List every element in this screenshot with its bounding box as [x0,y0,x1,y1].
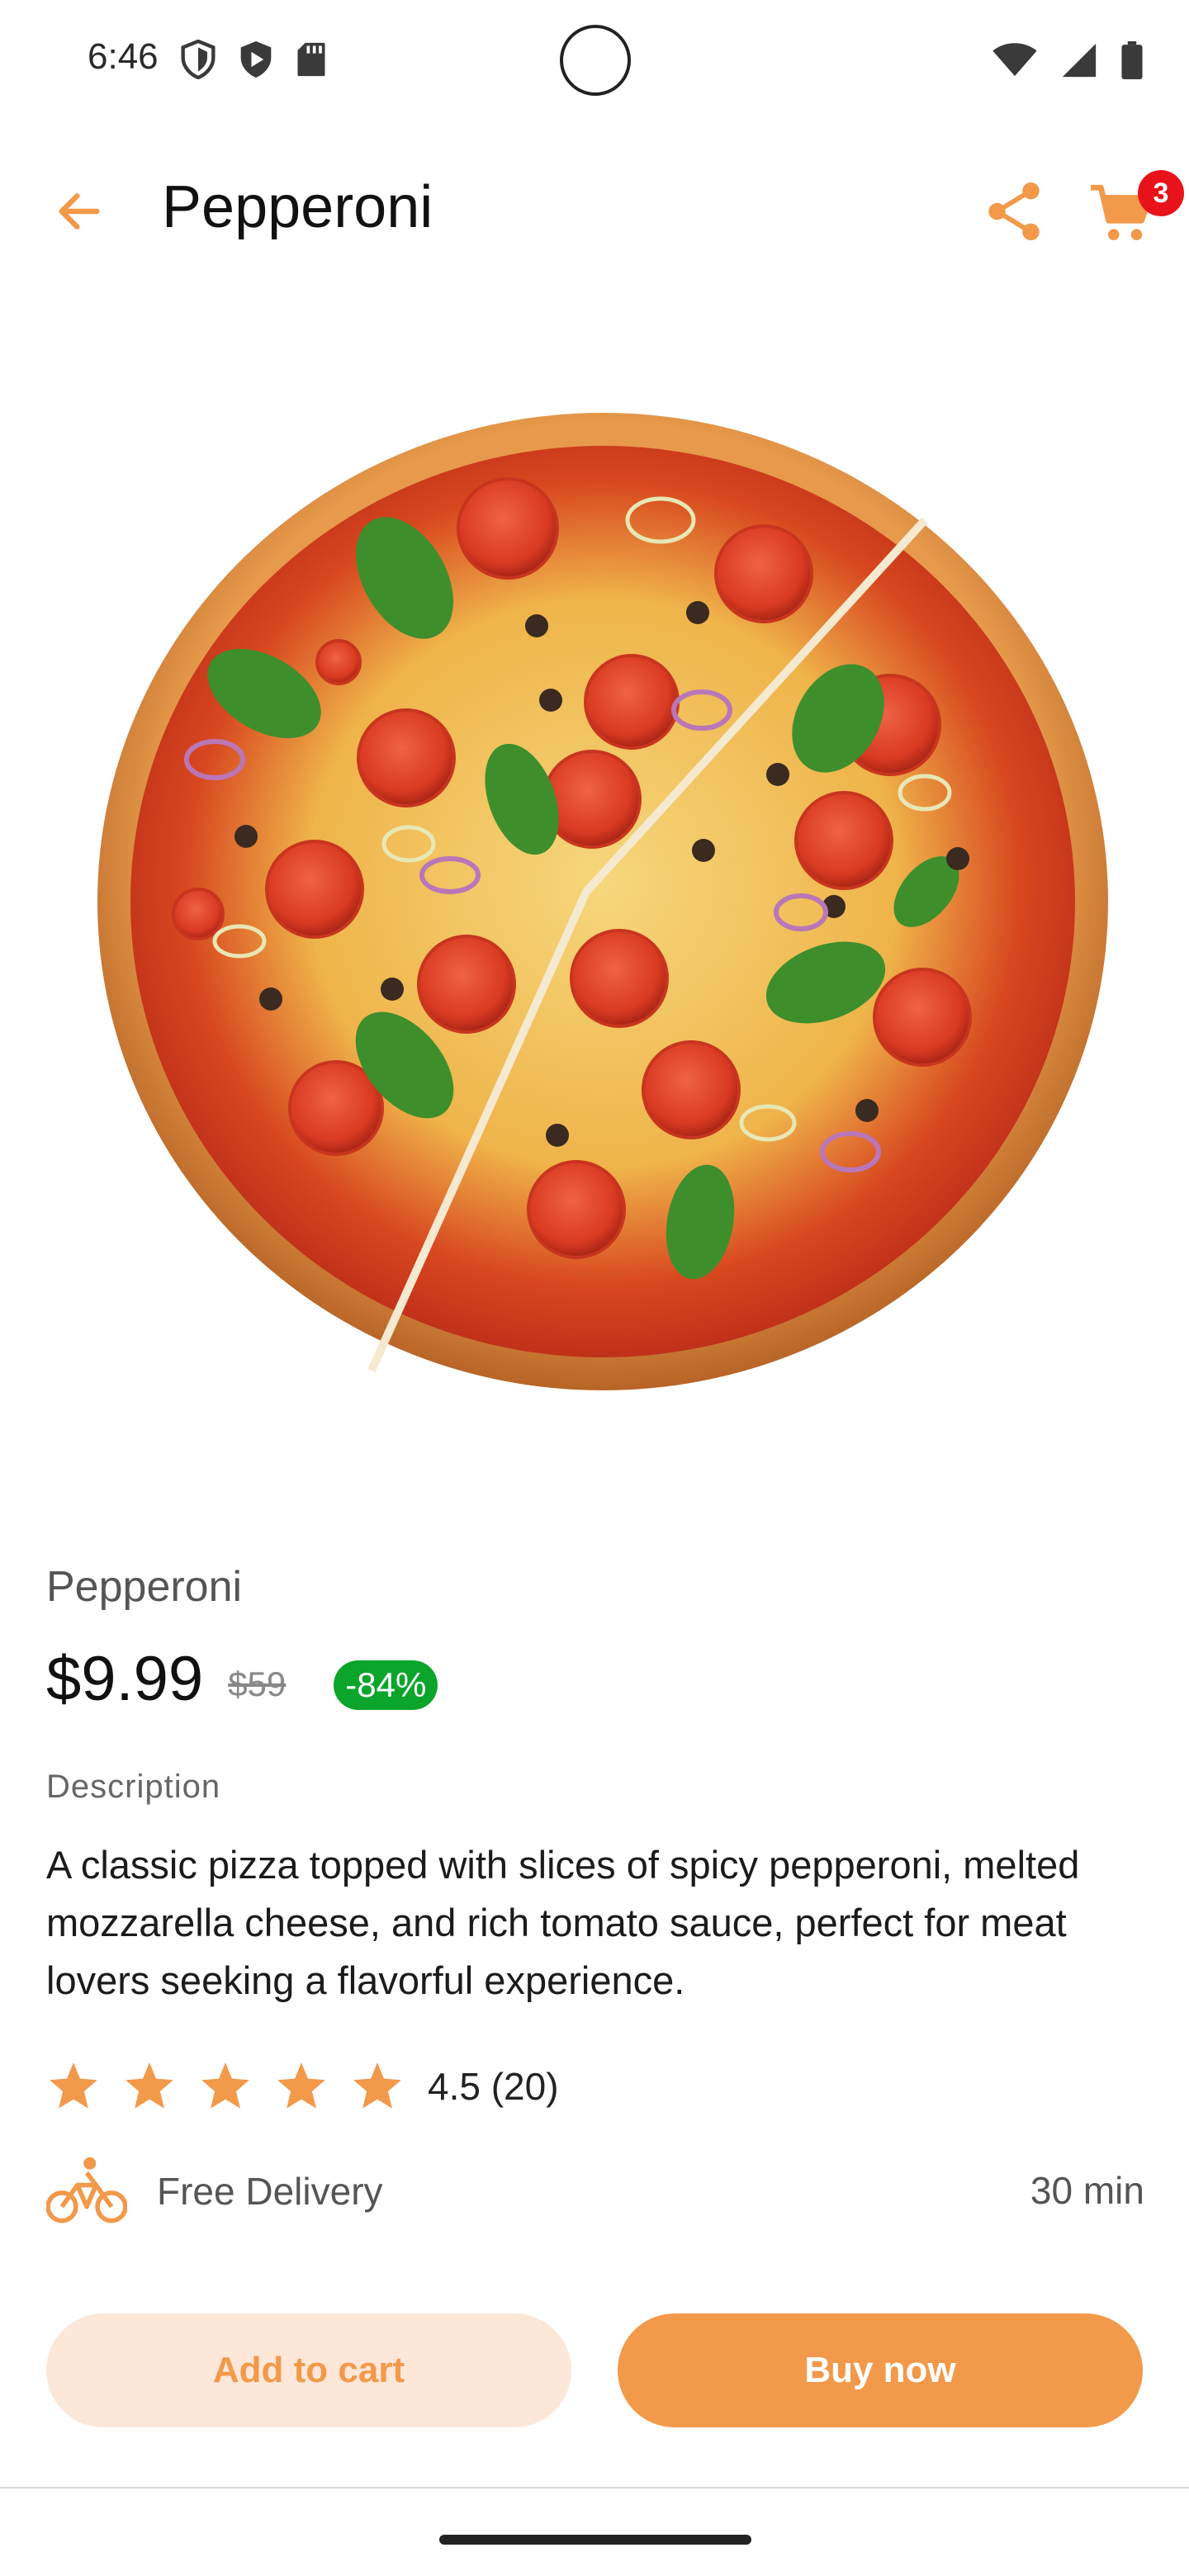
home-indicator[interactable] [439,2535,751,2545]
star-icon [353,2062,401,2109]
price-row: $9.99 $59 -84% [46,1643,438,1715]
add-to-cart-button[interactable]: Add to cart [46,2313,571,2427]
page-title: Pepperoni [162,174,433,240]
description-label: Description [46,1769,221,1805]
status-icons-right [992,41,1143,79]
sd-card-icon [297,42,325,77]
description-text: A classic pizza topped with slices of sp… [46,1843,1080,2002]
status-icons-left [180,40,327,79]
cellular-signal-icon [1062,43,1097,78]
share-button[interactable] [981,178,1047,244]
play-protect-icon [240,41,272,78]
cart-count-badge: 3 [1138,170,1184,216]
bicycle-icon [46,2157,127,2223]
star-icon [201,2062,249,2109]
current-price: $9.99 [46,1644,204,1714]
back-button[interactable] [46,178,112,244]
product-image [97,413,1108,1390]
status-time: 6:46 [88,36,159,77]
shield-outline-icon [181,40,216,79]
delivery-row: Free Delivery 30 min [46,2152,1144,2231]
star-icon [277,2062,325,2109]
action-buttons: Add to cart Buy now [46,2313,1144,2429]
bottom-divider [0,2487,1189,2488]
delivery-time: 30 min [1030,2169,1144,2212]
star-icon [126,2062,173,2109]
wifi-icon [992,43,1037,77]
original-price: $59 [228,1664,287,1703]
camera-cutout [560,25,631,96]
product-name: Pepperoni [46,1563,243,1611]
rating-stars [46,2059,405,2114]
share-icon [988,182,1040,241]
app-bar: Pepperoni [0,149,1189,272]
rating-text: 4.5 (20) [428,2065,559,2108]
star-icon [50,2062,97,2109]
buy-now-button[interactable]: Buy now [618,2313,1143,2427]
status-bar: 6:46 [0,0,1189,124]
discount-badge: -84% [334,1660,438,1710]
rating-row: 4.5 (20) [46,2059,559,2114]
battery-icon [1121,41,1143,79]
delivery-label: Free Delivery [157,2170,383,2213]
arrow-back-icon [59,193,100,230]
